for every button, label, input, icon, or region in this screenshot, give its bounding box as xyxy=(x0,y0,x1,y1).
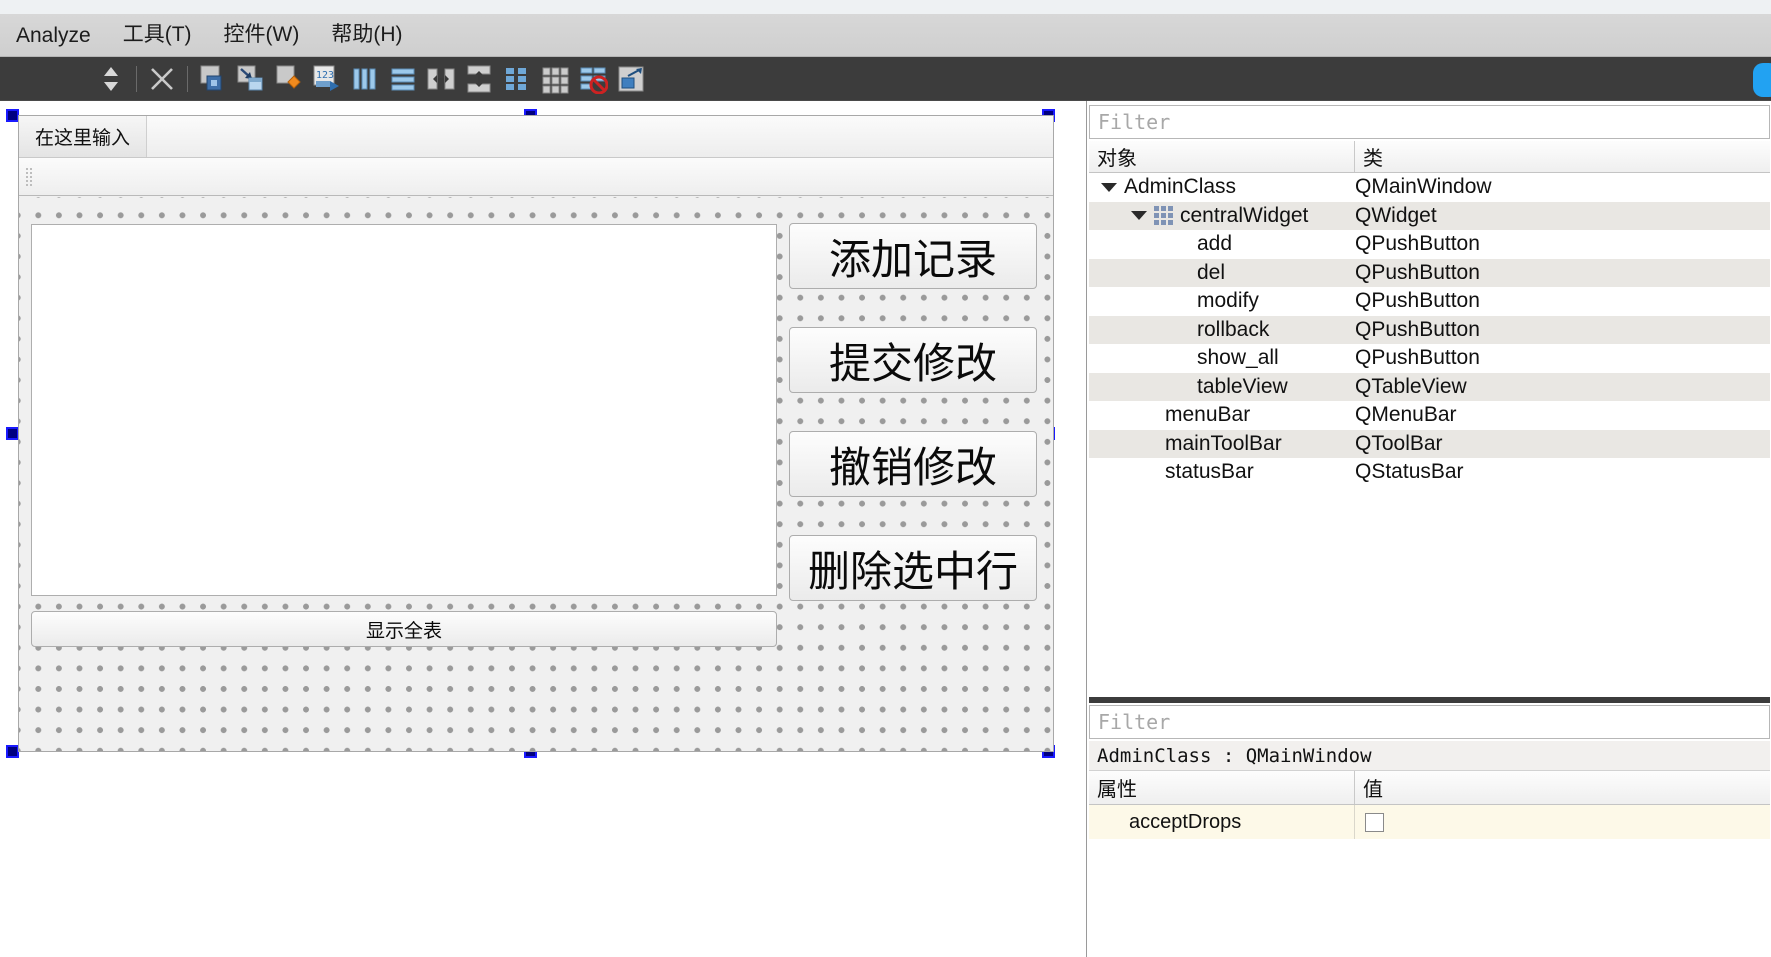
property-editor-header: 属性 值 xyxy=(1089,771,1770,805)
property-editor-title: AdminClass : QMainWindow xyxy=(1089,741,1770,771)
layout-vertically-icon[interactable] xyxy=(384,60,422,98)
toolbar-drag-grip-icon[interactable] xyxy=(25,167,33,187)
tree-row-class: QPushButton xyxy=(1355,317,1480,341)
design-form[interactable]: 在这里输入 添加记录 提交修改 撤销修改 删除选中行 显示全表 xyxy=(18,115,1054,752)
tree-row-label: modify xyxy=(1197,289,1259,313)
menu-help[interactable]: 帮助(H) xyxy=(315,18,418,56)
tree-row-class: QMenuBar xyxy=(1355,403,1457,427)
tree-row-label: add xyxy=(1197,232,1233,256)
edit-buddies-icon[interactable] xyxy=(270,60,308,98)
tree-row-centralwidget[interactable]: centralWidget QWidget xyxy=(1089,201,1770,230)
tree-row-class: QStatusBar xyxy=(1355,460,1464,484)
object-column-header[interactable]: 对象 xyxy=(1089,141,1355,172)
menu-analyze[interactable]: Analyze xyxy=(0,24,107,56)
tree-row-del[interactable]: del QPushButton xyxy=(1089,258,1770,287)
property-name: acceptDrops xyxy=(1089,805,1355,839)
tree-row-class: QMainWindow xyxy=(1355,175,1492,199)
window-titlebar-strip xyxy=(0,0,1771,14)
form-button-add[interactable]: 添加记录 xyxy=(789,223,1037,289)
tree-row-label: AdminClass xyxy=(1124,175,1237,199)
close-x-icon[interactable] xyxy=(143,60,181,98)
tree-row-label: tableView xyxy=(1197,374,1288,398)
form-button-rollback[interactable]: 撤销修改 xyxy=(789,431,1037,497)
form-tool-bar[interactable] xyxy=(19,158,1053,196)
tree-row-class: QToolBar xyxy=(1355,431,1443,455)
tree-row-label: show_all xyxy=(1197,346,1279,370)
acceptdrops-checkbox[interactable] xyxy=(1365,812,1384,832)
form-menu-bar[interactable]: 在这里输入 xyxy=(19,116,1053,158)
tree-row-show-all[interactable]: show_all QPushButton xyxy=(1089,344,1770,373)
toolbar-separator-2 xyxy=(187,65,188,92)
class-column-header[interactable]: 类 xyxy=(1355,141,1770,172)
tree-row-class: QPushButton xyxy=(1355,260,1480,284)
tree-row-label: centralWidget xyxy=(1180,203,1309,227)
object-inspector-filter-placeholder: Filter xyxy=(1098,110,1171,134)
form-button-show-all[interactable]: 显示全表 xyxy=(31,611,777,647)
menu-bar: Analyze 工具(T) 控件(W) 帮助(H) xyxy=(0,0,1771,57)
edit-tab-order-icon[interactable]: 123 xyxy=(308,60,346,98)
value-column-header[interactable]: 值 xyxy=(1355,771,1770,804)
tree-row-class: QTableView xyxy=(1355,374,1467,398)
layout-grid-icon[interactable] xyxy=(536,60,574,98)
main-toolbar: 123 xyxy=(0,57,1771,101)
layout-splitter-vertical-icon[interactable] xyxy=(460,60,498,98)
tree-row-statusbar[interactable]: statusBar QStatusBar xyxy=(1089,458,1770,487)
tree-row-class: QPushButton xyxy=(1355,232,1480,256)
toolbar-overflow-pill[interactable] xyxy=(1751,57,1771,102)
form-menubar-type-here[interactable]: 在这里输入 xyxy=(19,116,148,157)
adjust-size-icon[interactable] xyxy=(612,60,650,98)
tree-row-menubar[interactable]: menuBar QMenuBar xyxy=(1089,401,1770,430)
property-row-acceptdrops[interactable]: acceptDrops xyxy=(1089,805,1770,839)
design-canvas[interactable]: 在这里输入 添加记录 提交修改 撤销修改 删除选中行 显示全表 xyxy=(0,101,1086,957)
tree-row-label: statusBar xyxy=(1165,460,1254,484)
tree-row-class: QWidget xyxy=(1355,203,1437,227)
form-central-widget[interactable]: 添加记录 提交修改 撤销修改 删除选中行 显示全表 xyxy=(19,197,1053,751)
object-inspector-header: 对象 类 xyxy=(1089,141,1770,173)
tree-row-class: QPushButton xyxy=(1355,346,1480,370)
form-button-del[interactable]: 删除选中行 xyxy=(789,535,1037,601)
dock-splitter[interactable] xyxy=(1089,697,1770,703)
toolbar-accent-pill[interactable] xyxy=(1753,63,1771,97)
form-button-modify[interactable]: 提交修改 xyxy=(789,327,1037,393)
break-layout-icon[interactable] xyxy=(574,60,612,98)
menu-tools[interactable]: 工具(T) xyxy=(107,18,208,56)
tree-row-add[interactable]: add QPushButton xyxy=(1089,230,1770,259)
tree-row-label: menuBar xyxy=(1165,403,1251,427)
property-editor-filter-placeholder: Filter xyxy=(1098,710,1171,734)
tree-row-label: rollback xyxy=(1197,317,1270,341)
right-dock-panel: Filter 对象 类 AdminClass QMainWindow centr… xyxy=(1086,101,1771,957)
tree-row-tableview[interactable]: tableView QTableView xyxy=(1089,372,1770,401)
svg-text:123: 123 xyxy=(316,70,334,81)
tree-row-label: mainToolBar xyxy=(1165,431,1282,455)
tree-row-class: QPushButton xyxy=(1355,289,1480,313)
property-value[interactable] xyxy=(1355,805,1770,839)
layout-splitter-horizontal-icon[interactable] xyxy=(422,60,460,98)
tree-row-label: del xyxy=(1197,260,1226,284)
grid-layout-icon xyxy=(1154,206,1173,226)
toolbar-separator xyxy=(136,65,137,92)
tree-row-modify[interactable]: modify QPushButton xyxy=(1089,287,1770,316)
spin-updown-icon[interactable] xyxy=(92,60,130,98)
qt-designer-window: Analyze 工具(T) 控件(W) 帮助(H) 123 在这里输入 添加记录… xyxy=(0,0,1771,957)
layout-horizontally-icon[interactable] xyxy=(346,60,384,98)
tree-row-maintoolbar[interactable]: mainToolBar QToolBar xyxy=(1089,429,1770,458)
property-editor-filter-input[interactable]: Filter xyxy=(1089,705,1770,739)
property-column-header[interactable]: 属性 xyxy=(1089,771,1355,804)
chevron-down-icon[interactable] xyxy=(1131,211,1147,221)
chevron-down-icon[interactable] xyxy=(1101,182,1117,192)
layout-form-icon[interactable] xyxy=(498,60,536,98)
property-editor-rows[interactable]: acceptDrops xyxy=(1089,805,1770,955)
menu-widgets[interactable]: 控件(W) xyxy=(208,18,316,56)
tree-row-rollback[interactable]: rollback QPushButton xyxy=(1089,315,1770,344)
edit-signals-slots-icon[interactable] xyxy=(232,60,270,98)
object-inspector-filter-input[interactable]: Filter xyxy=(1089,105,1770,139)
object-inspector-tree[interactable]: AdminClass QMainWindow centralWidget QWi… xyxy=(1089,173,1770,693)
edit-widgets-icon[interactable] xyxy=(194,60,232,98)
tree-row-adminclass[interactable]: AdminClass QMainWindow xyxy=(1089,173,1770,202)
table-view-widget[interactable] xyxy=(31,224,777,596)
